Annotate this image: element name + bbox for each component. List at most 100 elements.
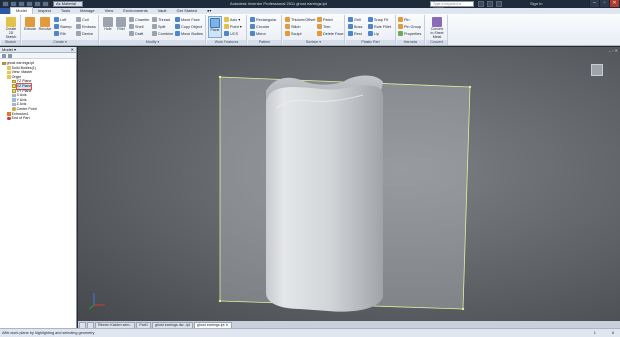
loft-button[interactable]: Loft [54,16,66,23]
create-2d-sketch-button[interactable]: Create 2D Sketch [4,16,18,39]
draft-button[interactable]: Draft [129,30,143,37]
material-dropdown[interactable]: As Material [53,1,83,7]
redo-icon[interactable] [42,1,49,7]
browser-tree: ghost earrings.ipt Solid Bodies(1) View: M… [0,59,76,121]
plane-icon [210,18,220,28]
binoculars-icon[interactable] [478,1,484,7]
title-bar: As Material Autodesk Inventor Profession… [0,0,620,10]
rest-button[interactable]: Rest [348,30,362,37]
hole-button[interactable]: Hole [101,16,115,38]
shell-button[interactable]: Shell [129,23,143,30]
modify-panel: Hole Fillet Chamfer Shell Draft Thread S… [100,15,206,45]
boss-button[interactable]: Boss [348,23,362,30]
point-button[interactable]: Point ▾ [224,23,242,30]
rib-button[interactable]: Rib [54,30,66,37]
axis-icon [12,98,16,102]
point-icon [224,24,229,29]
delete-face-button[interactable]: Delete Face [317,30,343,37]
emboss-button[interactable]: Emboss [76,23,96,30]
sculpt-button[interactable]: Sculpt [285,30,302,37]
model-canvas[interactable] [78,47,620,321]
convert-to-sheet-metal-button[interactable]: Convert to Sheet Metal [430,16,444,39]
grill-button[interactable]: Grill [348,16,361,23]
move-face-button[interactable]: Move Face [175,16,200,23]
filter-icon[interactable] [2,53,6,58]
copy-object-icon [175,24,180,29]
plane-corner-handle[interactable] [468,85,472,89]
chamfer-button[interactable]: Chamfer [129,16,150,23]
app-menu-icon[interactable] [2,1,9,7]
browser-title[interactable]: Model ▾ [2,47,16,52]
rectangular-pattern-icon [250,17,255,22]
coil-button[interactable]: Coil [76,16,89,23]
mirror-button[interactable]: Mirror [250,30,266,37]
document-tabs: Rinnen Kasten sem... Part1 ghost earring… [78,321,620,328]
shell-icon [129,24,134,29]
revolve-button[interactable]: Revolve [38,16,52,38]
combine-button[interactable]: Combine [152,30,173,37]
plane-corner-handle[interactable] [218,299,222,303]
rib-icon [54,31,59,36]
rectangular-pattern-button[interactable]: Rectangular [250,16,276,23]
properties-button[interactable]: Properties [398,30,421,37]
star-icon[interactable] [496,1,502,7]
fillet-icon [116,17,126,27]
tab-model[interactable]: Model [10,7,33,14]
folder-icon [7,75,11,79]
extrude-button[interactable]: Extrude [23,16,37,38]
pin-group-button[interactable]: Pin Group [398,23,421,30]
circular-pattern-button[interactable]: Circular [250,23,269,30]
minimize-button[interactable]: – [589,0,599,7]
viewcube[interactable] [591,64,603,76]
sign-in-link[interactable]: Sign In [530,1,542,6]
subscription-icon[interactable] [487,1,493,7]
axis-button[interactable]: Axis ▾ [224,16,240,23]
plane-corner-handle[interactable] [218,75,222,79]
ucs-button[interactable]: UCS [224,30,238,37]
ucs-icon [224,31,229,36]
plane-button[interactable]: Plane [208,16,222,38]
ribbon-panel: Create 2D Sketch Sketch Extrude Revolve … [0,14,620,46]
viewport-window-controls[interactable]: – ▫ ✕ [609,48,618,53]
create-panel: Extrude Revolve Loft Sweep Rib Coil Embo… [22,15,99,45]
help-search-input[interactable]: Type a keyword or phrase [430,1,474,10]
browser-close-icon[interactable]: ✕ [71,47,76,52]
draft-icon [129,31,134,36]
snap-fit-button[interactable]: Snap Fit [368,16,388,23]
status-text: Affix work plane by highlighting and sel… [2,331,95,335]
stitch-button[interactable]: Stitch [285,23,301,30]
properties-icon [398,31,403,36]
trim-button[interactable]: Trim [317,23,330,30]
thread-icon [152,17,157,22]
axis-icon [224,17,229,22]
plane-corner-handle[interactable] [461,307,465,311]
emboss-icon [76,24,81,29]
lip-button[interactable]: Lip [368,30,379,37]
copy-object-button[interactable]: Copy Object [175,23,202,30]
graphics-window[interactable]: – ▫ ✕ [78,47,620,321]
patch-button[interactable]: Patch [317,16,333,23]
boss-icon [348,24,353,29]
fillet-button[interactable]: Fillet [114,16,128,38]
derive-button[interactable]: Derive [76,30,93,37]
part-icon [2,61,6,66]
plane-icon [12,89,16,93]
revolve-icon [40,17,50,27]
close-button[interactable]: ✕ [609,0,619,7]
status-bar: Affix work plane by highlighting and sel… [0,328,620,337]
browser-node[interactable]: End of Part [0,116,76,121]
search-icon[interactable] [8,53,12,58]
thread-button[interactable]: Thread [152,16,170,23]
sweep-button[interactable]: Sweep [54,23,72,30]
move-bodies-button[interactable]: Move Bodies [175,30,203,37]
solid-body[interactable] [266,85,384,312]
maximize-button[interactable]: ▫ [599,0,609,7]
thicken-offset-button[interactable]: Thicken/Offset [285,16,315,23]
end-icon [7,116,11,121]
undo-icon[interactable] [34,1,41,7]
rule-fillet-icon [368,24,373,29]
sweep-icon [54,24,59,29]
split-button[interactable]: Split [152,23,165,30]
rule-fillet-button[interactable]: Rule Fillet [368,23,391,30]
pin-button[interactable]: Pin [398,16,410,23]
